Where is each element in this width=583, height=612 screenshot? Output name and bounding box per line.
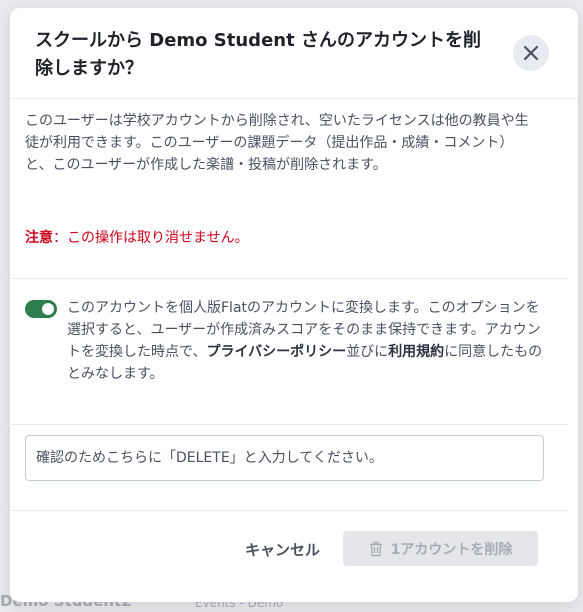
divider — [0, 510, 568, 511]
toggle-knob — [42, 303, 54, 315]
close-button[interactable] — [513, 35, 549, 71]
divider — [0, 424, 568, 425]
convert-account-description: このアカウントを個人版Flatのアカウントに変換します。このオプションを選択する… — [67, 297, 545, 385]
convert-account-toggle[interactable] — [25, 300, 57, 318]
divider — [0, 278, 568, 279]
warning-label: 注意 — [25, 230, 53, 246]
dialog-description: このユーザーは学校アカウントから削除され、空いたライセンスは他の教員や生徒が利用… — [25, 113, 529, 173]
trash-icon — [369, 541, 382, 556]
close-icon — [523, 45, 539, 61]
convert-text-2: 並びに — [346, 344, 389, 360]
dialog-header: スクールから Demo Student さんのアカウントを削除しますか？ — [10, 8, 578, 99]
terms-link[interactable]: 利用規約 — [388, 344, 444, 360]
privacy-policy-link[interactable]: プライバシーポリシー — [206, 344, 346, 360]
delete-account-button[interactable]: 1アカウントを削除 — [343, 531, 538, 566]
warning-text: ：この操作は取り消せません。 — [53, 230, 249, 246]
dialog-title: スクールから Demo Student さんのアカウントを削除しますか？ — [35, 30, 481, 79]
delete-button-label: 1アカウントを削除 — [390, 541, 513, 558]
delete-confirm-input[interactable] — [25, 435, 544, 481]
cancel-button[interactable]: キャンセル — [245, 534, 320, 566]
warning-message: 注意：この操作は取り消せません。 — [25, 228, 249, 248]
